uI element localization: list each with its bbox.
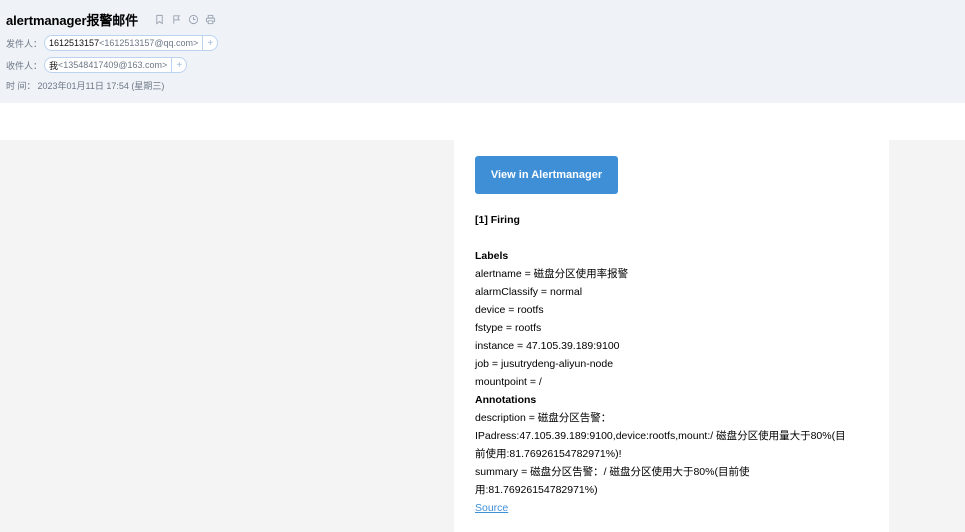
annotations-heading: Annotations: [475, 394, 537, 406]
flag-icon[interactable]: [169, 13, 183, 27]
alert-details: [1] Firing Labels alertname = 磁盘分区使用率报警 …: [475, 211, 885, 517]
source-link[interactable]: Source: [475, 502, 508, 514]
label-line: device = rootfs: [475, 304, 544, 316]
mail-subject: alertmanager报警邮件: [6, 13, 139, 28]
alert-content: View in Alertmanager [1] Firing Labels a…: [454, 140, 889, 532]
from-row: 发件人： 1612513157 <1612513157@qq.com> +: [6, 35, 219, 51]
label-line: fstype = rootfs: [475, 322, 542, 334]
label-line: instance = 47.105.39.189:9100: [475, 340, 620, 352]
from-email: <1612513157@qq.com>: [99, 38, 199, 48]
to-address-pill[interactable]: 我 <13548417409@163.com> +: [44, 57, 188, 73]
time-label: 时 间：: [6, 81, 36, 91]
mail-header: alertmanager报警邮件 发件人： 1612513157 <161251…: [0, 0, 965, 103]
clock-icon[interactable]: [186, 13, 200, 27]
labels-heading: Labels: [475, 250, 509, 262]
print-icon[interactable]: [203, 13, 217, 27]
to-row: 收件人： 我 <13548417409@163.com> +: [6, 57, 188, 73]
add-contact-icon[interactable]: +: [202, 36, 217, 50]
annotation-line: 用:81.76926154782971%): [475, 484, 598, 496]
label-line: mountpoint = /: [475, 376, 542, 388]
annotation-line: 前使用:81.76926154782971%)!: [475, 448, 622, 460]
time-row: 时 间： 2023年01月11日 17:54 (星期三): [6, 79, 164, 92]
to-name: 我: [49, 60, 59, 71]
view-in-alertmanager-button[interactable]: View in Alertmanager: [475, 156, 618, 194]
to-label: 收件人：: [6, 60, 43, 71]
annotation-line: description = 磁盘分区告警：: [475, 412, 612, 424]
to-email: <13548417409@163.com>: [58, 60, 168, 70]
firing-heading: [1] Firing: [475, 214, 520, 226]
label-line: alarmClassify = normal: [475, 286, 583, 298]
from-name: 1612513157: [49, 38, 100, 48]
label-line: alertname = 磁盘分区使用率报警: [475, 268, 629, 280]
from-address-pill[interactable]: 1612513157 <1612513157@qq.com> +: [44, 35, 219, 51]
bookmark-icon[interactable]: [152, 13, 166, 27]
from-label: 发件人：: [6, 38, 43, 49]
subject-row: alertmanager报警邮件: [6, 10, 217, 29]
annotation-line: IPadress:47.105.39.189:9100,device:rootf…: [475, 430, 846, 442]
annotation-line: summary = 磁盘分区告警：/ 磁盘分区使用大于80%(目前使: [475, 466, 750, 478]
mail-toolbar: [152, 13, 217, 27]
add-contact-icon[interactable]: +: [171, 58, 186, 72]
label-line: job = jusutrydeng-aliyun-node: [475, 358, 614, 370]
time-value: 2023年01月11日 17:54 (星期三): [37, 81, 165, 91]
